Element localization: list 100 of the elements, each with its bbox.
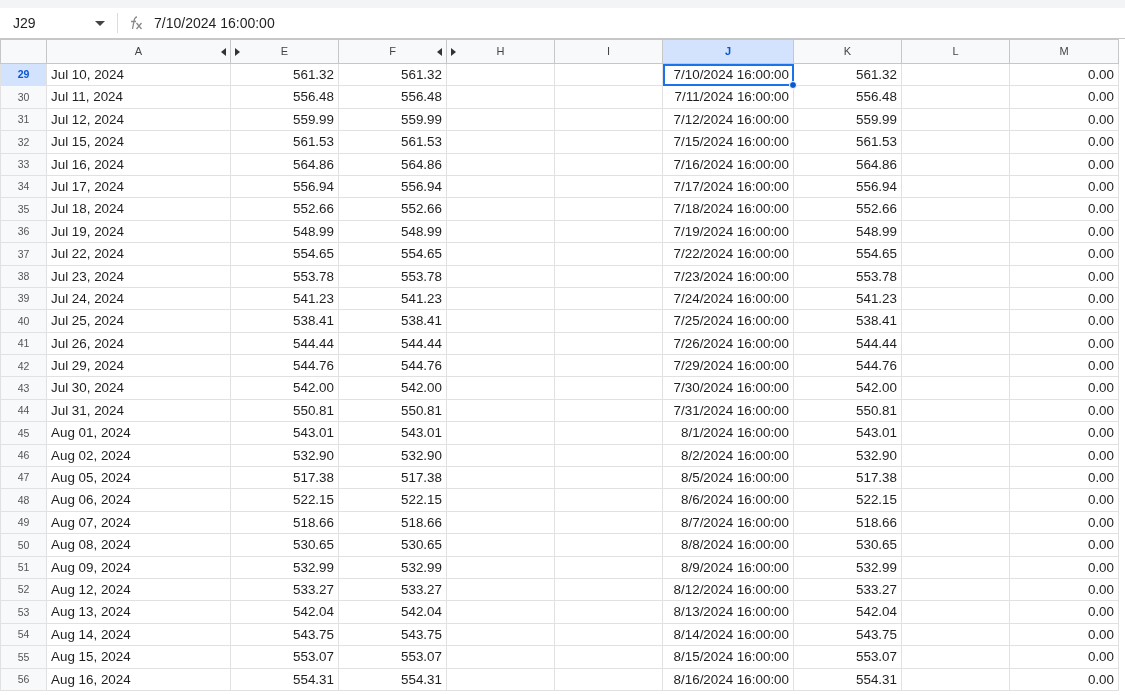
column-header[interactable]: F (338, 39, 447, 64)
table-cell: Aug 12, 2024 (46, 578, 231, 601)
table-cell: 0.00 (1009, 376, 1119, 400)
column-header[interactable]: M (1009, 39, 1119, 64)
table-cell: 522.15 (230, 488, 339, 512)
table-cell: 556.48 (230, 85, 339, 109)
hidden-columns-arrow-icon[interactable] (221, 48, 226, 56)
table-cell: 7/24/2024 16:00:00 (662, 287, 794, 310)
hidden-columns-arrow-icon[interactable] (437, 48, 442, 56)
table-cell: 542.04 (793, 600, 902, 624)
table-cell: Jul 24, 2024 (46, 287, 231, 310)
fill-handle[interactable] (789, 81, 797, 90)
row-number[interactable]: 54 (0, 623, 47, 646)
table-cell: 0.00 (1009, 466, 1119, 489)
table-cell: Aug 16, 2024 (46, 668, 231, 691)
table-cell: 517.38 (338, 466, 447, 489)
row-number[interactable]: 31 (0, 108, 47, 131)
row-number[interactable]: 37 (0, 242, 47, 265)
row-number[interactable]: 35 (0, 197, 47, 221)
table-cell: 0.00 (1009, 130, 1119, 154)
row-number[interactable]: 30 (0, 85, 47, 109)
column-header[interactable]: K (793, 39, 902, 64)
row-number[interactable]: 45 (0, 421, 47, 445)
table-cell: 8/13/2024 16:00:00 (662, 600, 794, 624)
table-cell: 561.32 (338, 63, 447, 86)
table-cell: 548.99 (338, 220, 447, 243)
table-cell: 0.00 (1009, 668, 1119, 691)
table-cell: 7/23/2024 16:00:00 (662, 265, 794, 288)
function-icon (128, 15, 144, 31)
table-cell: 0.00 (1009, 85, 1119, 109)
row-number[interactable]: 47 (0, 466, 47, 489)
row-number[interactable]: 36 (0, 220, 47, 243)
table-cell: 0.00 (1009, 533, 1119, 557)
table-cell: 552.66 (793, 197, 902, 221)
table-cell: 542.04 (338, 600, 447, 624)
hidden-columns-arrow-icon[interactable] (235, 48, 240, 56)
column-header[interactable]: L (901, 39, 1010, 64)
row-number[interactable]: 49 (0, 511, 47, 534)
column-header[interactable]: H (446, 39, 555, 64)
table-cell: 0.00 (1009, 332, 1119, 355)
table-cell: Jul 19, 2024 (46, 220, 231, 243)
table-cell: 7/17/2024 16:00:00 (662, 175, 794, 198)
row-number[interactable]: 51 (0, 556, 47, 579)
row-number[interactable]: 53 (0, 600, 47, 624)
table-cell: Aug 15, 2024 (46, 645, 231, 669)
column-header[interactable]: I (554, 39, 663, 64)
table-cell: 544.76 (793, 354, 902, 377)
table-cell: 559.99 (793, 108, 902, 131)
row-number[interactable]: 46 (0, 444, 47, 467)
name-box[interactable]: J29 (0, 12, 105, 34)
table-cell: 564.86 (338, 153, 447, 176)
table-cell: 564.86 (230, 153, 339, 176)
row-number[interactable]: 40 (0, 309, 47, 333)
table-cell: 532.99 (230, 556, 339, 579)
table-cell: 556.48 (338, 85, 447, 109)
table-cell: 550.81 (338, 399, 447, 422)
formula-value[interactable]: 7/10/2024 16:00:00 (154, 12, 275, 34)
table-cell: Aug 05, 2024 (46, 466, 231, 489)
table-cell: 530.65 (793, 533, 902, 557)
table-cell: 559.99 (338, 108, 447, 131)
table-cell: 8/15/2024 16:00:00 (662, 645, 794, 669)
column-header[interactable]: J (662, 39, 794, 64)
column-header[interactable]: A (46, 39, 231, 64)
table-cell: 543.01 (793, 421, 902, 445)
table-cell: Aug 09, 2024 (46, 556, 231, 579)
hidden-columns-arrow-icon[interactable] (451, 48, 456, 56)
table-cell: Jul 18, 2024 (46, 197, 231, 221)
table-cell: 554.65 (338, 242, 447, 265)
table-cell: 538.41 (230, 309, 339, 333)
table-cell: Jul 12, 2024 (46, 108, 231, 131)
row-number[interactable]: 56 (0, 668, 47, 691)
row-number[interactable]: 38 (0, 265, 47, 288)
table-cell: 0.00 (1009, 399, 1119, 422)
row-number[interactable]: 48 (0, 488, 47, 512)
table-cell: 552.66 (230, 197, 339, 221)
table-cell: 0.00 (1009, 645, 1119, 669)
table-cell: Aug 08, 2024 (46, 533, 231, 557)
table-cell: 553.07 (793, 645, 902, 669)
row-number[interactable]: 29 (0, 63, 47, 86)
table-cell: Jul 29, 2024 (46, 354, 231, 377)
row-number[interactable]: 32 (0, 130, 47, 154)
row-number[interactable]: 41 (0, 332, 47, 355)
table-cell: 544.76 (338, 354, 447, 377)
row-number[interactable]: 55 (0, 645, 47, 669)
table-cell: 544.44 (230, 332, 339, 355)
row-number[interactable]: 33 (0, 153, 47, 176)
table-cell: Aug 07, 2024 (46, 511, 231, 534)
row-number[interactable]: 39 (0, 287, 47, 310)
row-number[interactable]: 34 (0, 175, 47, 198)
table-cell: 517.38 (230, 466, 339, 489)
row-number[interactable]: 44 (0, 399, 47, 422)
table-cell: 8/12/2024 16:00:00 (662, 578, 794, 601)
column-header[interactable]: E (230, 39, 339, 64)
table-cell: 556.94 (793, 175, 902, 198)
row-number[interactable]: 52 (0, 578, 47, 601)
table-cell: 518.66 (230, 511, 339, 534)
row-number[interactable]: 43 (0, 376, 47, 400)
row-number[interactable]: 42 (0, 354, 47, 377)
active-cell[interactable]: 7/10/2024 16:00:00 (662, 63, 794, 86)
row-number[interactable]: 50 (0, 533, 47, 557)
